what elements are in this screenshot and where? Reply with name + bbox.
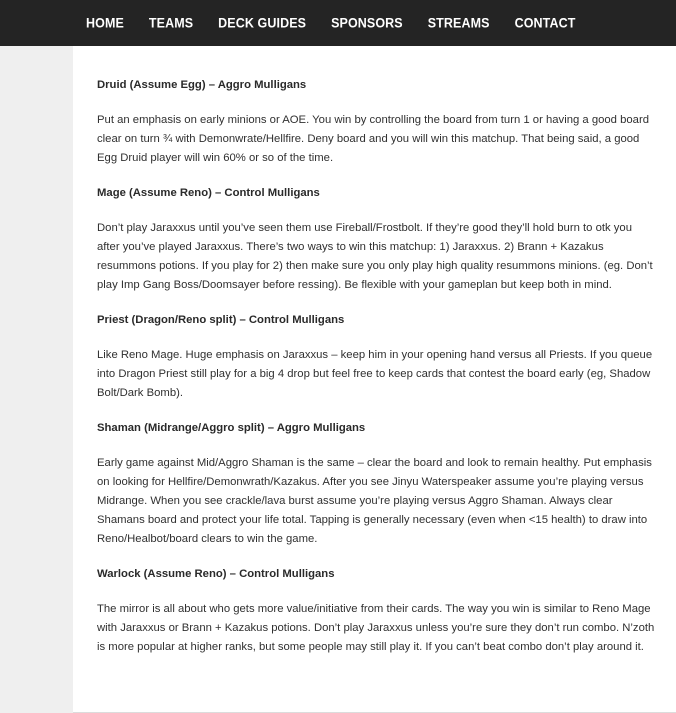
- section-heading-shaman: Shaman (Midrange/Aggro split) – Aggro Mu…: [97, 422, 366, 434]
- section-heading-mage: Mage (Assume Reno) – Control Mulligans: [97, 187, 320, 199]
- nav-item-home[interactable]: HOME: [86, 15, 124, 30]
- nav-menu: HOME TEAMS DECK GUIDES SPONSORS STREAMS …: [0, 0, 676, 46]
- section-body-druid: Put an emphasis on early minions or AOE.…: [97, 114, 649, 164]
- section-heading-warlock: Warlock (Assume Reno) – Control Mulligan…: [97, 568, 335, 580]
- section-heading-druid: Druid (Assume Egg) – Aggro Mulligans: [97, 79, 307, 91]
- nav-item-sponsors[interactable]: SPONSORS: [331, 15, 403, 30]
- nav-item-deck-guides[interactable]: DECK GUIDES: [218, 15, 306, 30]
- section-heading-priest: Priest (Dragon/Reno split) – Control Mul…: [97, 314, 345, 326]
- nav-item-teams[interactable]: TEAMS: [149, 15, 193, 30]
- section-body-warlock: The mirror is all about who gets more va…: [97, 603, 655, 653]
- article-content: Druid (Assume Egg) – Aggro Mulligans Put…: [73, 46, 676, 713]
- section-body-shaman: Early game against Mid/Aggro Shaman is t…: [97, 457, 652, 545]
- nav-item-contact[interactable]: CONTACT: [515, 15, 576, 30]
- top-navigation-bar: HOME TEAMS DECK GUIDES SPONSORS STREAMS …: [0, 0, 676, 46]
- section-body-priest: Like Reno Mage. Huge emphasis on Jaraxxu…: [97, 349, 653, 399]
- nav-item-streams[interactable]: STREAMS: [428, 15, 490, 30]
- section-body-mage: Don’t play Jaraxxus until you’ve seen th…: [97, 222, 653, 291]
